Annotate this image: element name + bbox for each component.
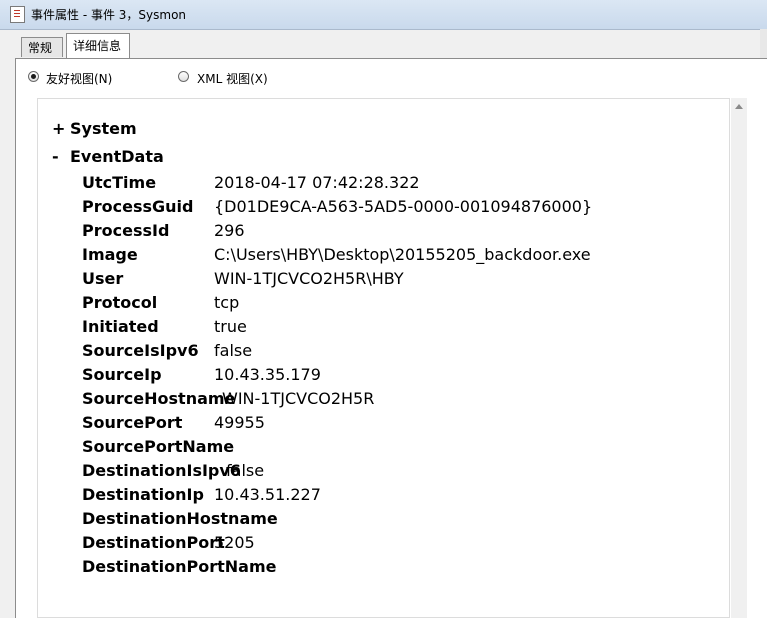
field-name: UtcTime [82, 173, 157, 192]
xml-view-label[interactable]: XML 视图(X) [197, 70, 268, 87]
field-value: 49955 [214, 413, 265, 432]
field-value: false [214, 341, 253, 360]
field-value: tcp [214, 293, 240, 312]
field-value: false [226, 461, 265, 480]
collapse-icon[interactable]: - [52, 147, 70, 166]
field-name: DestinationHostname [82, 509, 278, 528]
field-name: DestinationIsIpv6 [82, 461, 241, 480]
field-name: ProcessId [82, 221, 170, 240]
tab-details[interactable]: 详细信息 [66, 33, 130, 58]
field-name: SourcePortName [82, 437, 235, 456]
field-name: Initiated [82, 317, 159, 336]
friendly-view-radio[interactable] [28, 71, 39, 82]
xml-view-radio[interactable] [178, 71, 189, 82]
field-value: WIN-1TJCVCO2H5R [222, 389, 375, 408]
field-name: User [82, 269, 124, 288]
field-name: SourceIsIpv6 [82, 341, 199, 360]
tab-general[interactable]: 常规 [21, 37, 63, 57]
field-name: SourceHostname [82, 389, 236, 408]
field-value: 296 [214, 221, 245, 240]
field-name: DestinationPortName [82, 557, 277, 576]
field-name: DestinationPort [82, 533, 225, 552]
field-name: DestinationIp [82, 485, 204, 504]
title-bar[interactable]: 事件属性 - 事件 3，Sysmon [0, 0, 767, 30]
field-value: 10.43.51.227 [214, 485, 321, 504]
expand-icon[interactable]: + [52, 119, 70, 138]
field-value: 10.43.35.179 [214, 365, 321, 384]
friendly-view-label[interactable]: 友好视图(N) [46, 70, 112, 87]
field-name: Image [82, 245, 138, 264]
vertical-scrollbar[interactable] [731, 98, 747, 618]
field-name: Protocol [82, 293, 158, 312]
field-value: {D01DE9CA-A563-5AD5-0000-001094876000} [214, 197, 593, 216]
field-value: 2018-04-17 07:42:28.322 [214, 173, 420, 192]
field-value: WIN-1TJCVCO2H5R\HBY [214, 269, 404, 288]
field-name: ProcessGuid [82, 197, 194, 216]
section-eventdata[interactable]: - EventData [52, 147, 164, 166]
field-value: true [214, 317, 247, 336]
field-value: 5205 [214, 533, 255, 552]
field-value: C:\Users\HBY\Desktop\20155205_backdoor.e… [214, 245, 591, 264]
scroll-up-icon[interactable] [735, 104, 743, 109]
field-name: SourceIp [82, 365, 162, 384]
window-title: 事件属性 - 事件 3，Sysmon [31, 8, 187, 22]
section-system[interactable]: + System [52, 119, 137, 138]
event-properties-icon [10, 6, 25, 23]
field-name: SourcePort [82, 413, 183, 432]
section-eventdata-label: EventData [70, 147, 164, 166]
section-system-label: System [70, 119, 137, 138]
tab-strip: 常规 详细信息 [0, 29, 767, 59]
